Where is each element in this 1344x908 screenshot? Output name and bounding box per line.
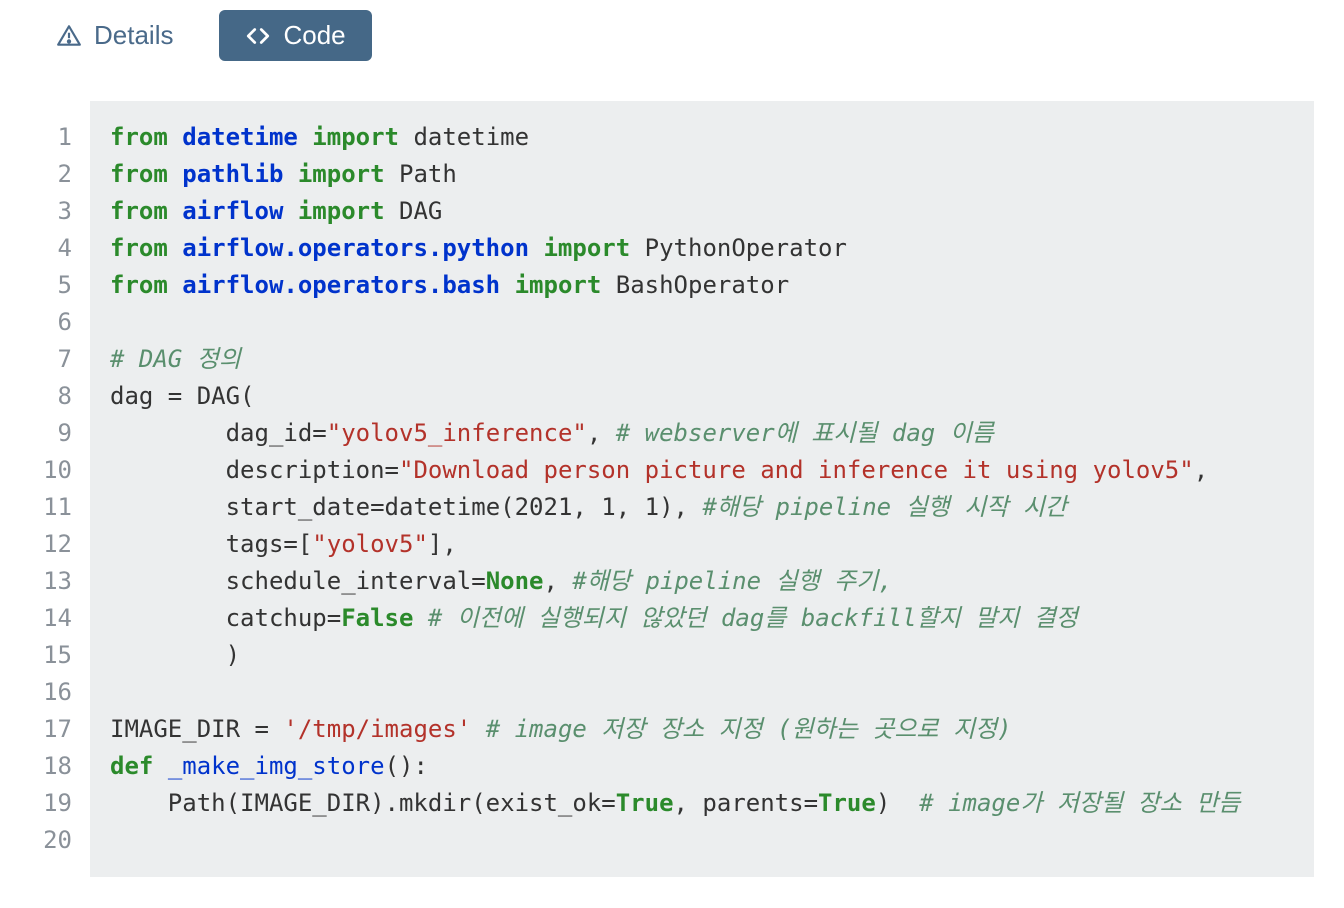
line-number: 16 xyxy=(40,674,72,711)
line-number: 7 xyxy=(40,341,72,378)
code-viewer: 1 2 3 4 5 6 7 8 9 10 11 12 13 14 15 16 1… xyxy=(30,101,1314,877)
tab-details-label: Details xyxy=(94,20,173,51)
line-number: 15 xyxy=(40,637,72,674)
tab-bar: Details Code xyxy=(0,0,1344,81)
line-number: 8 xyxy=(40,378,72,415)
line-number: 11 xyxy=(40,489,72,526)
line-number: 19 xyxy=(40,785,72,822)
tab-code[interactable]: Code xyxy=(219,10,371,61)
line-number: 9 xyxy=(40,415,72,452)
tab-details[interactable]: Details xyxy=(30,10,199,61)
line-number: 18 xyxy=(40,748,72,785)
line-number: 12 xyxy=(40,526,72,563)
code-block[interactable]: from datetime import datetime from pathl… xyxy=(90,101,1314,877)
code-icon xyxy=(245,23,271,49)
line-number: 1 xyxy=(40,119,72,156)
line-number: 3 xyxy=(40,193,72,230)
line-number: 20 xyxy=(40,822,72,859)
line-gutter: 1 2 3 4 5 6 7 8 9 10 11 12 13 14 15 16 1… xyxy=(30,101,90,877)
line-number: 5 xyxy=(40,267,72,304)
line-number: 13 xyxy=(40,563,72,600)
line-number: 14 xyxy=(40,600,72,637)
tab-code-label: Code xyxy=(283,20,345,51)
warning-icon xyxy=(56,23,82,49)
line-number: 10 xyxy=(40,452,72,489)
line-number: 4 xyxy=(40,230,72,267)
line-number: 2 xyxy=(40,156,72,193)
line-number: 17 xyxy=(40,711,72,748)
line-number: 6 xyxy=(40,304,72,341)
